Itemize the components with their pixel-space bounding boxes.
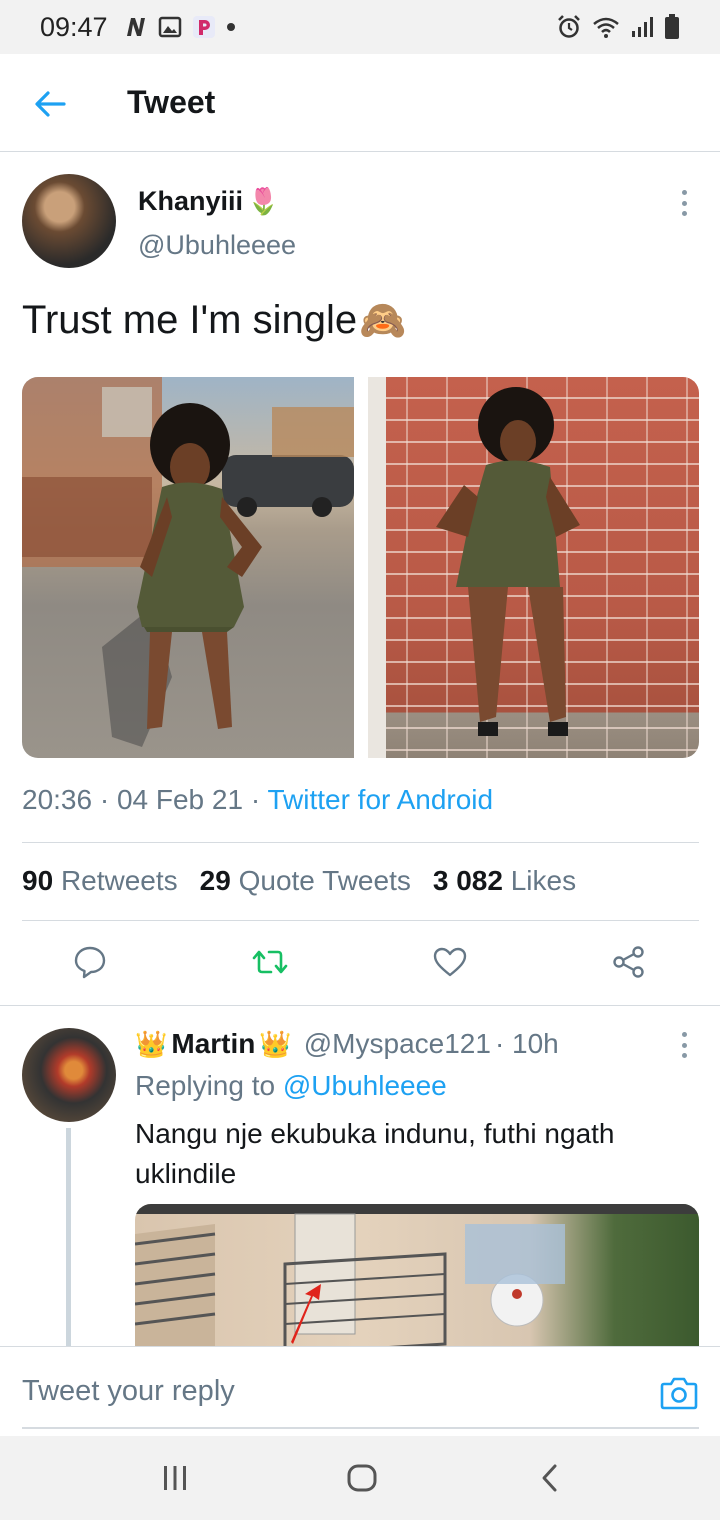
comment-icon [74, 946, 106, 979]
heart-icon [433, 947, 467, 977]
alarm-icon [556, 14, 582, 40]
reply-age: · 10h [494, 1028, 559, 1059]
reply-header: 👑 Martin 👑 @Myspace121 · 10h [135, 1028, 559, 1060]
reply-author-name[interactable]: Martin [171, 1028, 255, 1060]
wifi-icon [592, 15, 620, 39]
reply-photo[interactable] [135, 1204, 699, 1346]
like-button[interactable] [418, 930, 482, 994]
reply-input-underline [22, 1427, 699, 1429]
tweet-photo-2[interactable] [367, 377, 699, 758]
author-name-text: Khanyiii [138, 186, 244, 216]
p-app-icon [192, 15, 216, 39]
reply-input[interactable]: Tweet your reply [22, 1375, 235, 1408]
system-nav-bar [0, 1436, 720, 1520]
camera-button[interactable] [660, 1375, 698, 1411]
tweet-text: Trust me I'm single 🙈 [22, 298, 406, 343]
reply-more-options-icon[interactable] [678, 1032, 690, 1058]
tweet-stats: 90 Retweets 29 Quote Tweets 3 082 Likes [22, 865, 576, 897]
reply-tweet[interactable]: 👑 Martin 👑 @Myspace121 · 10h Replying to… [0, 1006, 720, 1346]
see-no-evil-monkey-emoji: 🙈 [359, 299, 407, 342]
back-arrow-button[interactable] [30, 84, 70, 124]
tweet-media-grid [22, 377, 699, 758]
camera-icon [660, 1377, 698, 1410]
share-button[interactable] [597, 930, 661, 994]
tweet-time-date: 20:36 · 04 Feb 21 · [22, 784, 268, 815]
arrow-left-icon [35, 91, 66, 117]
replying-to: Replying to @Ubuhleeee [135, 1070, 447, 1102]
thread-line [66, 1128, 71, 1346]
tweet-timestamp: 20:36 · 04 Feb 21 · Twitter for Android [22, 784, 493, 816]
back-button[interactable] [528, 1458, 572, 1498]
quote-tweets-stat[interactable]: 29 Quote Tweets [200, 865, 411, 897]
reply-button[interactable] [58, 930, 122, 994]
retweet-icon [252, 950, 288, 974]
reply-composer: Tweet your reply [0, 1346, 720, 1436]
chevron-left-icon [542, 1464, 557, 1492]
tweet-actions [0, 930, 720, 994]
tulip-emoji: 🌷 [247, 186, 280, 216]
dot-icon [226, 22, 236, 32]
header-bar: Tweet [0, 54, 720, 152]
page-title: Tweet [127, 84, 216, 120]
tweet-photo-1[interactable] [22, 377, 354, 758]
author-avatar[interactable] [22, 174, 116, 268]
battery-icon [664, 14, 680, 40]
divider [22, 842, 699, 843]
more-options-icon[interactable] [678, 190, 690, 216]
likes-stat[interactable]: 3 082 Likes [433, 865, 576, 897]
quotes-label: Quote Tweets [238, 865, 411, 896]
recents-button[interactable] [153, 1458, 197, 1498]
replying-to-prefix: Replying to [135, 1070, 283, 1101]
author-name[interactable]: Khanyiii 🌷 [138, 186, 279, 217]
share-icon [613, 946, 644, 978]
likes-label: Likes [510, 865, 577, 896]
retweets-label: Retweets [60, 865, 178, 896]
home-button[interactable] [340, 1458, 384, 1498]
author-handle[interactable]: @Ubuhleeee [138, 230, 296, 261]
retweets-count: 90 [22, 865, 54, 896]
quotes-count: 29 [199, 865, 231, 896]
status-right-icons [556, 0, 680, 54]
retweet-button[interactable] [238, 930, 302, 994]
recents-icon [164, 1466, 186, 1490]
likes-count: 3 082 [432, 865, 503, 896]
divider [22, 920, 699, 921]
crown-emoji: 👑 [259, 1028, 292, 1059]
reply-author-handle[interactable]: @Myspace121 [304, 1028, 491, 1060]
reply-author-avatar[interactable] [22, 1028, 116, 1122]
status-bar: 09:47 [0, 0, 720, 54]
reply-text: Nangu nje ekubuka indunu, futhi ngath uk… [135, 1118, 615, 1189]
image-icon [158, 16, 182, 38]
status-time: 09:47 [40, 11, 108, 42]
tweet-source-link[interactable]: Twitter for Android [267, 784, 493, 815]
replying-to-mention[interactable]: @Ubuhleeee [283, 1070, 447, 1101]
retweets-stat[interactable]: 90 Retweets [22, 865, 178, 897]
signal-icon [630, 15, 654, 39]
tweet-text-body: Trust me I'm single [22, 298, 358, 342]
crown-emoji: 👑 [135, 1028, 168, 1059]
status-left-icons [124, 15, 236, 39]
home-icon [347, 1464, 377, 1492]
n-icon [124, 16, 148, 38]
